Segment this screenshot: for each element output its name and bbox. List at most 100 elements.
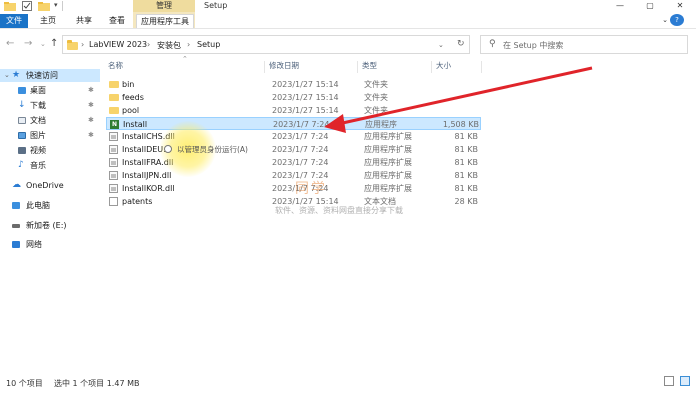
file-row-selected[interactable]: N Install 2023/1/7 7:24 应用程序 1,508 KB bbox=[106, 117, 481, 130]
nav-item-pictures[interactable]: 图片 ✱ bbox=[0, 129, 100, 142]
pin-icon[interactable]: ✱ bbox=[88, 129, 94, 142]
large-icons-view-icon[interactable] bbox=[680, 376, 690, 386]
maximize-icon[interactable]: ▢ bbox=[635, 0, 665, 12]
nav-item-documents[interactable]: 文档 ✱ bbox=[0, 114, 100, 127]
address-row: ← → ⌄ ↑ › LabVIEW 2023 › 安装包 › Setup ⌄ ↻… bbox=[0, 28, 696, 61]
nav-item-drive-e[interactable]: 新加卷 (E:) bbox=[0, 219, 100, 232]
nav-item-videos[interactable]: 视频 bbox=[0, 144, 100, 157]
up-icon[interactable]: ↑ bbox=[50, 38, 58, 49]
title-bar: 管理 ▾ Setup — ▢ ✕ 文件 主页 共享 查看 应用程序工具 ⌄ ? bbox=[0, 0, 696, 28]
file-row[interactable]: feeds 2023/1/27 15:14 文件夹 bbox=[106, 91, 481, 104]
column-divider[interactable] bbox=[264, 61, 265, 73]
selection-info: 选中 1 个项目 1.47 MB bbox=[54, 379, 140, 388]
file-row[interactable]: bin 2023/1/27 15:14 文件夹 bbox=[106, 78, 481, 91]
tab-app-tools[interactable]: 应用程序工具 bbox=[136, 14, 194, 28]
pin-icon[interactable]: ✱ bbox=[88, 84, 94, 97]
tab-home[interactable]: 主页 bbox=[36, 14, 60, 28]
run-as-admin-tooltip: 以管理员身份运行(A) bbox=[177, 145, 248, 154]
minimize-icon[interactable]: — bbox=[605, 0, 635, 12]
recent-dropdown-icon[interactable]: ⌄ bbox=[40, 40, 46, 48]
dll-file-icon bbox=[109, 158, 118, 167]
search-input[interactable]: ⚲ 在 Setup 中搜索 bbox=[480, 35, 688, 54]
file-type: 应用程序扩展 bbox=[364, 158, 412, 167]
nav-item-onedrive[interactable]: ☁ OneDrive bbox=[0, 179, 100, 192]
nav-item-downloads[interactable]: ↓ 下载 ✱ bbox=[0, 99, 100, 112]
checkbox-icon[interactable] bbox=[22, 1, 32, 11]
dll-file-icon bbox=[109, 132, 118, 141]
chevron-down-icon[interactable]: ⌄ bbox=[438, 41, 444, 49]
file-name: InstallJPN.dll bbox=[122, 171, 172, 180]
documents-icon bbox=[18, 117, 26, 124]
pin-icon[interactable]: ✱ bbox=[88, 114, 94, 127]
column-header-date[interactable]: 修改日期 bbox=[269, 61, 299, 71]
text-file-icon bbox=[109, 197, 118, 206]
help-icon[interactable]: ? bbox=[670, 14, 684, 26]
chevron-right-icon[interactable]: › bbox=[187, 40, 190, 49]
details-view-icon[interactable] bbox=[664, 376, 674, 386]
item-count: 10 个项目 bbox=[6, 379, 43, 388]
forward-icon[interactable]: → bbox=[24, 38, 32, 49]
refresh-icon[interactable]: ↻ bbox=[457, 39, 465, 49]
nav-item-desktop[interactable]: 桌面 ✱ bbox=[0, 84, 100, 97]
breadcrumb-installer[interactable]: 安装包 bbox=[157, 40, 181, 51]
dll-file-icon bbox=[109, 184, 118, 193]
file-date: 2023/1/27 15:14 bbox=[272, 93, 339, 102]
file-size: 81 KB bbox=[454, 158, 478, 167]
file-name: bin bbox=[122, 80, 135, 89]
file-size: 81 KB bbox=[454, 132, 478, 141]
address-box[interactable]: › LabVIEW 2023 › 安装包 › Setup ⌄ ↻ bbox=[62, 35, 470, 54]
pictures-icon bbox=[18, 132, 26, 139]
dropdown-icon[interactable]: ▾ bbox=[54, 1, 58, 11]
close-icon[interactable]: ✕ bbox=[665, 0, 695, 12]
network-icon bbox=[12, 241, 20, 248]
chevron-down-icon[interactable]: ⌄ bbox=[4, 69, 10, 82]
column-header-size[interactable]: 大小 bbox=[436, 61, 451, 71]
column-divider[interactable] bbox=[481, 61, 482, 73]
window-title: Setup bbox=[204, 1, 228, 10]
search-icon: ⚲ bbox=[489, 39, 496, 49]
chevron-right-icon[interactable]: › bbox=[81, 40, 84, 49]
file-name: InstallKOR.dll bbox=[122, 184, 175, 193]
column-header-type[interactable]: 类型 bbox=[362, 61, 377, 71]
breadcrumb-setup[interactable]: Setup bbox=[197, 40, 220, 49]
column-header-name[interactable]: 名称 bbox=[108, 61, 123, 71]
status-bar: 10 个项目 选中 1 个项目 1.47 MB bbox=[0, 371, 696, 393]
pin-icon[interactable]: ✱ bbox=[88, 99, 94, 112]
watermark-brand: 同学 bbox=[295, 181, 327, 197]
nav-item-music[interactable]: ♪ 音乐 bbox=[0, 159, 100, 172]
file-size: 81 KB bbox=[454, 145, 478, 154]
back-icon[interactable]: ← bbox=[6, 38, 14, 49]
navigation-pane: ⌄ ★ 快速访问 桌面 ✱ ↓ 下载 ✱ 文档 ✱ 图片 ✱ 视频 ♪ 音乐 ☁… bbox=[0, 61, 100, 371]
file-row[interactable]: pool 2023/1/27 15:14 文件夹 bbox=[106, 104, 481, 117]
computer-icon bbox=[12, 202, 20, 209]
sort-up-icon: ⌃ bbox=[182, 55, 188, 63]
folder-icon bbox=[109, 107, 119, 114]
nav-label: 图片 bbox=[30, 131, 46, 140]
folder-icon bbox=[109, 81, 119, 88]
labview-app-icon: N bbox=[110, 120, 119, 129]
tab-view[interactable]: 查看 bbox=[104, 14, 130, 28]
nav-item-network[interactable]: 网络 bbox=[0, 238, 100, 251]
dll-file-icon bbox=[109, 145, 118, 154]
nav-label: OneDrive bbox=[26, 181, 64, 190]
column-divider[interactable] bbox=[357, 61, 358, 73]
tab-share[interactable]: 共享 bbox=[72, 14, 96, 28]
file-type: 应用程序扩展 bbox=[364, 145, 412, 154]
nav-item-this-pc[interactable]: 此电脑 bbox=[0, 199, 100, 212]
column-divider[interactable] bbox=[431, 61, 432, 73]
file-name: feeds bbox=[122, 93, 144, 102]
folder-icon bbox=[109, 94, 119, 101]
file-date: 2023/1/7 7:24 bbox=[272, 132, 329, 141]
nav-item-quick-access[interactable]: ⌄ ★ 快速访问 bbox=[0, 69, 100, 82]
nav-label: 此电脑 bbox=[26, 201, 50, 210]
chevron-right-icon[interactable]: › bbox=[147, 40, 150, 49]
desktop-icon bbox=[18, 87, 26, 94]
folder-icon bbox=[38, 1, 50, 11]
dll-file-icon bbox=[109, 171, 118, 180]
nav-label: 网络 bbox=[26, 240, 42, 249]
tab-file[interactable]: 文件 bbox=[0, 14, 28, 28]
nav-label: 音乐 bbox=[30, 161, 46, 170]
folder-icon bbox=[4, 1, 16, 11]
folder-icon bbox=[67, 40, 78, 50]
breadcrumb-labview[interactable]: LabVIEW 2023 bbox=[89, 40, 147, 49]
